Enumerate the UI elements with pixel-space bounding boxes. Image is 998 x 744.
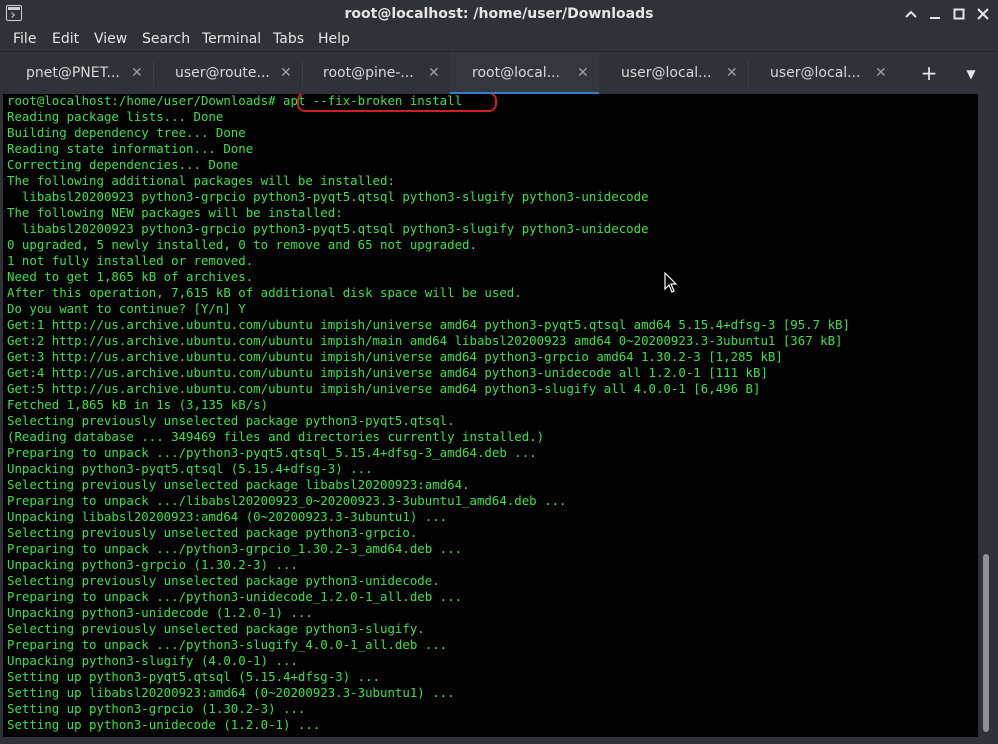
menu-tabs[interactable]: Tabs [273,31,304,47]
menu-terminal[interactable]: Terminal [202,31,261,47]
terminal-line: Setting up libabsl20200923:amd64 (0~2020… [7,685,455,700]
plus-icon[interactable]: + [916,61,942,87]
menu-search[interactable]: Search [142,31,190,47]
terminal-line: Get:5 http://us.archive.ubuntu.com/ubunt… [7,381,761,396]
terminal-line: Unpacking python3-pyqt5.qtsql (5.15.4+df… [7,461,373,476]
tab-label: pnet@PNET... [26,65,120,81]
terminal-lines: root@localhost:/home/user/Downloads# apt… [7,94,850,733]
tab-5[interactable]: user@local... ✕ [599,52,748,95]
terminal-line: Setting up python3-pyqt5.qtsql (5.15.4+d… [7,669,380,684]
window-bottom-edge [0,737,998,744]
terminal-line: Preparing to unpack .../libabsl20200923_… [7,493,567,508]
terminal-line: Do you want to continue? [Y/n] Y [7,301,246,316]
menu-view[interactable]: View [94,31,127,47]
menu-bar: File Edit View Search Terminal Tabs Help [0,29,998,51]
terminal-line: Selecting previously unselected package … [7,477,470,492]
tab-label: root@local... [472,65,561,81]
window-controls [902,4,992,24]
tab-6[interactable]: user@local... ✕ [748,52,897,95]
close-tab-icon[interactable]: ✕ [577,65,589,81]
terminal-line: Unpacking python3-slugify (4.0.0-1) ... [7,653,298,668]
terminal-line: Setting up python3-grpcio (1.30.2-3) ... [7,701,306,716]
terminal-line: libabsl20200923 python3-grpcio python3-p… [7,221,649,236]
minimize-icon[interactable] [926,4,944,24]
tab-bar: pnet@PNET... ✕ user@route... ✕ root@pine… [0,51,998,95]
terminal-line: Preparing to unpack .../python3-slugify_… [7,637,448,652]
terminal-line: Selecting previously unselected package … [7,621,425,636]
close-tab-icon[interactable]: ✕ [428,65,440,81]
terminal-line: Get:2 http://us.archive.ubuntu.com/ubunt… [7,333,843,348]
terminal-line: The following additional packages will b… [7,173,395,188]
collapse-icon[interactable] [902,4,920,24]
mouse-pointer-icon [664,272,678,293]
terminal-line: Unpacking libabsl20200923:amd64 (0~20200… [7,509,448,524]
terminal-line: Preparing to unpack .../python3-pyqt5.qt… [7,445,537,460]
terminal-output[interactable]: root@localhost:/home/user/Downloads# apt… [3,94,978,737]
terminal-line: Setting up python3-unidecode (1.2.0-1) .… [7,717,321,732]
close-icon[interactable] [974,4,992,24]
terminal-line: libabsl20200923 python3-grpcio python3-p… [7,189,649,204]
terminal-line: (Reading database ... 349469 files and d… [7,429,545,444]
menu-edit[interactable]: Edit [52,31,79,47]
window-title: root@localhost: /home/user/Downloads [344,6,654,22]
scrollbar[interactable] [978,94,995,737]
terminal-line: Get:4 http://us.archive.ubuntu.com/ubunt… [7,365,768,380]
terminal-line: Selecting previously unselected package … [7,573,440,588]
terminal-line: 1 not fully installed or removed. [7,253,254,268]
terminal-line: Correcting dependencies... Done [7,157,239,172]
tab-label: user@local... [770,65,861,81]
menu-help[interactable]: Help [318,31,350,47]
tab-4-active[interactable]: root@local... ✕ [450,52,599,95]
tab-label: user@route... [175,65,270,81]
maximize-icon[interactable] [950,4,968,24]
tab-2[interactable]: user@route... ✕ [153,52,302,95]
scrollbar-thumb[interactable] [983,554,989,732]
terminal-line: Fetched 1,865 kB in 1s (3,135 kB/s) [7,397,269,412]
terminal-line: 0 upgraded, 5 newly installed, 0 to remo… [7,237,477,252]
terminal-line: Preparing to unpack .../python3-unidecod… [7,589,463,604]
terminal-line: Reading state information... Done [7,141,254,156]
tab-label: user@local... [621,65,712,81]
terminal-line: Get:1 http://us.archive.ubuntu.com/ubunt… [7,317,850,332]
close-tab-icon[interactable]: ✕ [131,65,143,81]
terminal-line: After this operation, 7,615 kB of additi… [7,285,522,300]
terminal-line: Get:3 http://us.archive.ubuntu.com/ubunt… [7,349,783,364]
terminal-window: root@localhost: /home/user/Downloads Fil… [0,0,998,744]
terminal-line: Unpacking python3-grpcio (1.30.2-3) ... [7,557,298,572]
chevron-down-icon[interactable]: ▼ [958,61,984,87]
command-highlight [297,94,497,112]
prompt: root@localhost:/home/user/Downloads# [7,94,276,108]
terminal-line: The following NEW packages will be insta… [7,205,343,220]
close-tab-icon[interactable]: ✕ [280,65,292,81]
terminal-line: Selecting previously unselected package … [7,525,418,540]
tab-label: root@pine-... [323,65,414,81]
terminal-line: Selecting previously unselected package … [7,413,455,428]
title-bar[interactable]: root@localhost: /home/user/Downloads [0,0,998,29]
terminal-line: Building dependency tree... Done [7,125,246,140]
menu-file[interactable]: File [13,31,36,47]
close-tab-icon[interactable]: ✕ [875,65,887,81]
terminal-line: Unpacking python3-unidecode (1.2.0-1) ..… [7,605,313,620]
close-tab-icon[interactable]: ✕ [726,65,738,81]
tab-1[interactable]: pnet@PNET... ✕ [4,52,153,95]
tab-3[interactable]: root@pine-... ✕ [301,52,450,95]
terminal-line: Preparing to unpack .../python3-grpcio_1… [7,541,463,556]
terminal-line: Need to get 1,865 kB of archives. [7,269,254,284]
